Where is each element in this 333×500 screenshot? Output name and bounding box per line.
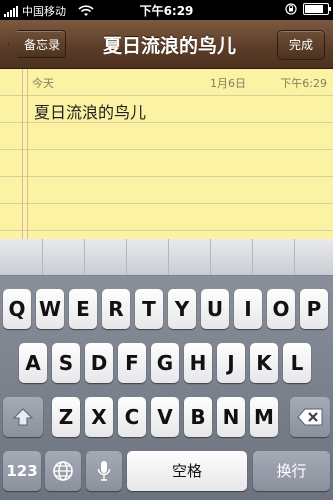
key-m[interactable]: M bbox=[250, 397, 278, 437]
done-button[interactable]: 完成 bbox=[277, 30, 325, 60]
key-p[interactable]: P bbox=[300, 289, 328, 329]
delete-key[interactable] bbox=[290, 397, 330, 437]
key-e[interactable]: E bbox=[69, 289, 97, 329]
key-a[interactable]: A bbox=[19, 343, 47, 383]
key-b[interactable]: B bbox=[184, 397, 212, 437]
note-body-text[interactable]: 夏日流浪的鸟儿 bbox=[34, 99, 146, 123]
key-f[interactable]: F bbox=[118, 343, 146, 383]
key-h[interactable]: H bbox=[184, 343, 212, 383]
paper-margin bbox=[22, 69, 28, 239]
key-j[interactable]: J bbox=[217, 343, 245, 383]
key-l[interactable]: L bbox=[283, 343, 311, 383]
delete-icon bbox=[297, 408, 323, 426]
key-n[interactable]: N bbox=[217, 397, 245, 437]
globe-icon bbox=[53, 461, 73, 481]
shift-key[interactable] bbox=[3, 397, 43, 437]
note-day-label: 今天 bbox=[32, 77, 54, 90]
key-c[interactable]: C bbox=[118, 397, 146, 437]
key-s[interactable]: S bbox=[52, 343, 80, 383]
keyboard: Q W E R T Y U I O P A S D F G H J K L Z … bbox=[0, 239, 333, 500]
key-w[interactable]: W bbox=[36, 289, 64, 329]
key-o[interactable]: O bbox=[267, 289, 295, 329]
back-button[interactable]: 备忘录 bbox=[8, 30, 66, 58]
key-q[interactable]: Q bbox=[3, 289, 31, 329]
space-key[interactable]: 空格 bbox=[127, 451, 247, 491]
globe-key[interactable] bbox=[45, 451, 81, 491]
key-v[interactable]: V bbox=[151, 397, 179, 437]
key-r[interactable]: R bbox=[102, 289, 130, 329]
battery-icon bbox=[303, 3, 331, 15]
note-time: 下午6:29 bbox=[280, 77, 327, 90]
key-g[interactable]: G bbox=[151, 343, 179, 383]
candidate-bar bbox=[0, 239, 333, 276]
key-d[interactable]: D bbox=[85, 343, 113, 383]
status-time: 下午6:29 bbox=[139, 4, 194, 18]
key-y[interactable]: Y bbox=[168, 289, 196, 329]
key-x[interactable]: X bbox=[85, 397, 113, 437]
note-date: 1月6日 bbox=[210, 77, 246, 90]
page-title: 夏日流浪的鸟儿 bbox=[102, 35, 236, 57]
key-k[interactable]: K bbox=[250, 343, 278, 383]
numbers-key[interactable]: 123 bbox=[3, 451, 41, 491]
key-t[interactable]: T bbox=[135, 289, 163, 329]
status-bar: 中国移动 下午6:29 bbox=[0, 0, 333, 20]
rotation-lock-icon bbox=[285, 3, 297, 15]
note-editor[interactable]: 今天 1月6日 下午6:29 夏日流浪的鸟儿 bbox=[0, 69, 333, 239]
key-i[interactable]: I bbox=[234, 289, 262, 329]
navigation-bar: 备忘录 夏日流浪的鸟儿 完成 bbox=[0, 20, 333, 69]
return-key[interactable]: 换行 bbox=[253, 451, 330, 491]
dictation-key[interactable] bbox=[86, 451, 122, 491]
shift-icon bbox=[13, 408, 33, 426]
key-z[interactable]: Z bbox=[52, 397, 80, 437]
key-u[interactable]: U bbox=[201, 289, 229, 329]
microphone-icon bbox=[97, 461, 111, 481]
